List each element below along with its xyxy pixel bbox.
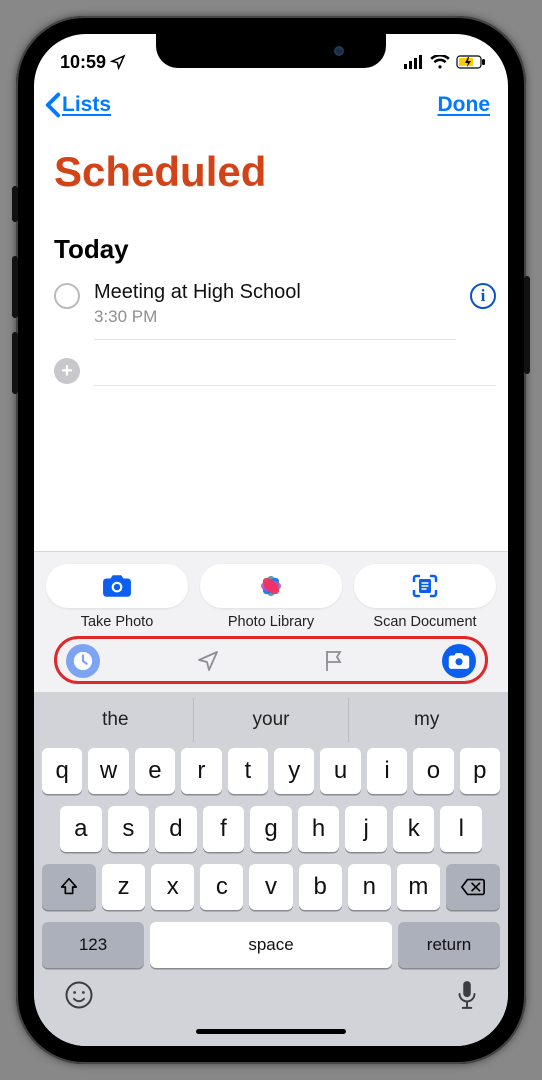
key-p[interactable]: p	[460, 748, 500, 794]
camera-tool-button[interactable]	[442, 644, 476, 678]
reminder-time: 3:30 PM	[94, 307, 456, 327]
key-space[interactable]: space	[150, 922, 392, 968]
photo-library-label: Photo Library	[228, 614, 314, 630]
camera-dot	[334, 46, 344, 56]
scan-icon	[411, 573, 439, 599]
reminder-title: Meeting at High School	[94, 281, 456, 304]
key-shift[interactable]	[42, 864, 96, 910]
complete-toggle[interactable]	[54, 283, 80, 309]
scan-document-button[interactable]	[354, 564, 496, 608]
key-f[interactable]: f	[203, 806, 245, 852]
emoji-button[interactable]	[64, 980, 94, 1015]
key-row-1: q w e r t y u i o p	[38, 742, 504, 800]
camera-icon	[102, 574, 132, 598]
mic-icon	[456, 980, 478, 1010]
phone-frame: 10:59 Lists Done Scheduled Today Meeting…	[16, 16, 526, 1064]
key-r[interactable]: r	[181, 748, 221, 794]
key-v[interactable]: v	[249, 864, 292, 910]
status-time: 10:59	[60, 52, 106, 73]
suggestion[interactable]: my	[349, 698, 504, 742]
page-title: Scheduled	[34, 124, 508, 204]
key-i[interactable]: i	[367, 748, 407, 794]
home-indicator[interactable]	[196, 1029, 346, 1034]
screen: 10:59 Lists Done Scheduled Today Meeting…	[34, 34, 508, 1046]
reminder-body[interactable]: Meeting at High School 3:30 PM	[94, 281, 456, 340]
section-heading: Today	[34, 204, 508, 275]
suggestion-row: the your my	[38, 698, 504, 742]
wifi-icon	[430, 55, 450, 69]
key-123[interactable]: 123	[42, 922, 144, 968]
key-z[interactable]: z	[102, 864, 145, 910]
location-icon	[110, 54, 126, 70]
camera-icon	[448, 652, 470, 670]
keyboard: the your my q w e r t y u i o p a s d f	[34, 692, 508, 1046]
keyboard-under-row	[38, 974, 504, 1019]
location-tool-button[interactable]	[191, 644, 225, 678]
power-button	[524, 276, 530, 374]
key-row-bottom: 123 space return	[38, 916, 504, 974]
key-d[interactable]: d	[155, 806, 197, 852]
key-t[interactable]: t	[228, 748, 268, 794]
key-n[interactable]: n	[348, 864, 391, 910]
take-photo-button[interactable]	[46, 564, 188, 608]
notch	[156, 34, 386, 68]
emoji-icon	[64, 980, 94, 1010]
volume-up-button	[12, 256, 18, 318]
back-button[interactable]: Lists	[44, 92, 111, 118]
key-row-2: a s d f g h j k l	[38, 800, 504, 858]
scan-document-label: Scan Document	[373, 614, 476, 630]
info-button[interactable]: i	[470, 283, 496, 309]
add-reminder-row[interactable]: +	[34, 348, 508, 394]
key-backspace[interactable]	[446, 864, 500, 910]
flag-tool-button[interactable]	[317, 644, 351, 678]
key-k[interactable]: k	[393, 806, 435, 852]
time-tool-button[interactable]	[66, 644, 100, 678]
key-x[interactable]: x	[151, 864, 194, 910]
key-e[interactable]: e	[135, 748, 175, 794]
photo-library-button[interactable]	[200, 564, 342, 608]
key-u[interactable]: u	[320, 748, 360, 794]
attachment-bar: Take Photo Photo Library Scan Document	[34, 551, 508, 692]
key-m[interactable]: m	[397, 864, 440, 910]
key-j[interactable]: j	[345, 806, 387, 852]
volume-down-button	[12, 332, 18, 394]
clock-icon	[72, 650, 94, 672]
flag-icon	[323, 649, 345, 673]
key-l[interactable]: l	[440, 806, 482, 852]
key-return[interactable]: return	[398, 922, 500, 968]
key-h[interactable]: h	[298, 806, 340, 852]
key-s[interactable]: s	[108, 806, 150, 852]
navigate-icon	[196, 649, 220, 673]
key-o[interactable]: o	[413, 748, 453, 794]
dictation-button[interactable]	[456, 980, 478, 1015]
backspace-icon	[460, 877, 486, 897]
key-w[interactable]: w	[88, 748, 128, 794]
mute-switch	[12, 186, 18, 222]
battery-icon	[456, 55, 486, 69]
reminder-tool-row	[46, 640, 496, 688]
cellular-icon	[404, 55, 424, 69]
key-q[interactable]: q	[42, 748, 82, 794]
done-button[interactable]: Done	[438, 93, 491, 117]
flower-icon	[257, 572, 285, 600]
key-c[interactable]: c	[200, 864, 243, 910]
suggestion[interactable]: your	[194, 698, 350, 742]
key-b[interactable]: b	[299, 864, 342, 910]
suggestion[interactable]: the	[38, 698, 194, 742]
key-row-3: z x c v b n m	[38, 858, 504, 916]
take-photo-label: Take Photo	[81, 614, 154, 630]
shift-icon	[58, 876, 80, 898]
key-g[interactable]: g	[250, 806, 292, 852]
navigation-bar: Lists Done	[34, 82, 508, 124]
spacer	[34, 394, 508, 551]
reminder-row[interactable]: Meeting at High School 3:30 PM i	[34, 275, 508, 348]
key-a[interactable]: a	[60, 806, 102, 852]
add-input-line[interactable]	[94, 356, 496, 386]
key-y[interactable]: y	[274, 748, 314, 794]
chevron-left-icon	[44, 92, 62, 118]
add-icon[interactable]: +	[54, 358, 80, 384]
back-label: Lists	[62, 93, 111, 117]
